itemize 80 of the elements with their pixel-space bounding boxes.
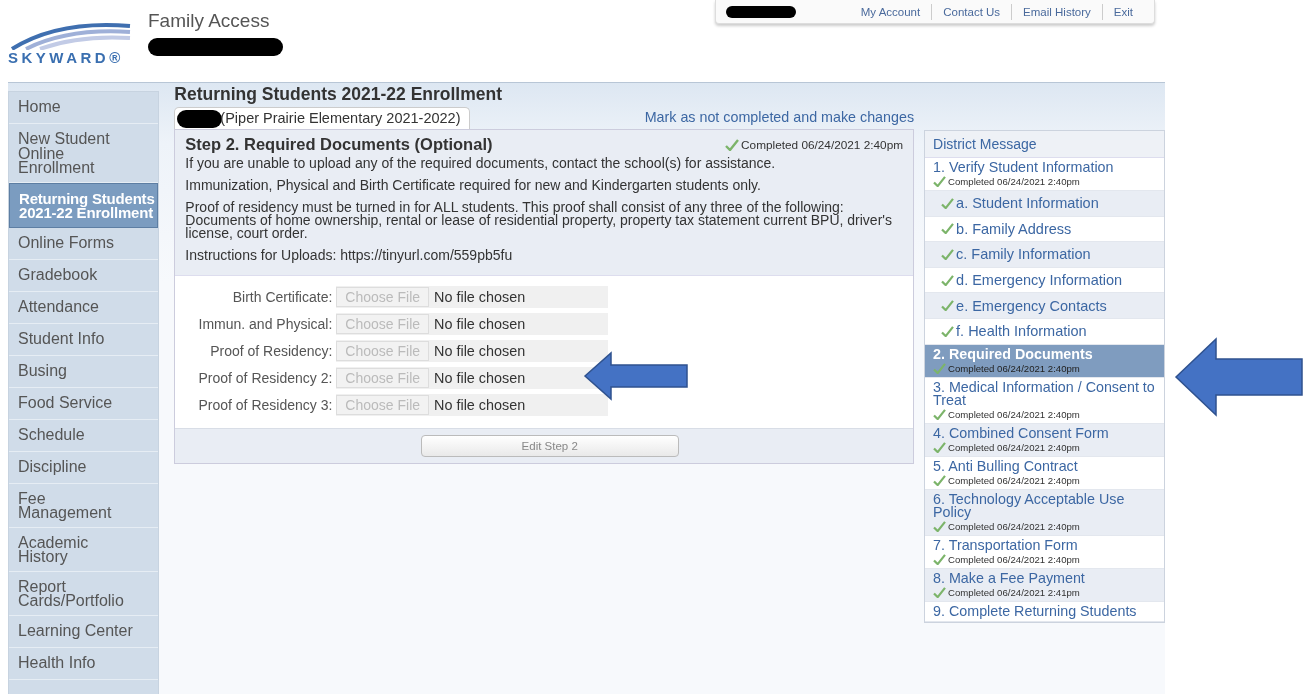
sidebar-item[interactable]: Discipline bbox=[9, 451, 159, 484]
sidebar-item[interactable]: Home bbox=[9, 92, 159, 124]
upload-label: Immun. and Physical: bbox=[197, 316, 334, 333]
sidebar-item[interactable]: Student Info bbox=[9, 323, 159, 356]
completed-text: Completed 06/24/2021 2:40pm bbox=[948, 441, 1080, 453]
sub-step-link[interactable]: b. Family Address bbox=[956, 220, 1072, 237]
completed-text: Completed 06/24/2021 2:40pm bbox=[741, 137, 904, 152]
upload-label: Proof of Residency: bbox=[209, 343, 334, 359]
step-item[interactable]: 8. Make a Fee Payment Completed 06/24/2021 2:41pm bbox=[925, 568, 1164, 602]
check-icon bbox=[933, 586, 947, 598]
file-status: No file chosen bbox=[434, 289, 526, 306]
page-title: Returning Students 2021-22 Enrollment bbox=[174, 84, 504, 105]
file-status: No file chosen bbox=[434, 343, 526, 359]
instruction-text: Instructions for Uploads: https://tinyurl.com/559pb5fu bbox=[185, 249, 514, 262]
edit-step-button[interactable]: Edit Step 2 bbox=[420, 435, 679, 457]
sub-step-link[interactable]: d. Emergency Information bbox=[956, 272, 1123, 289]
upload-label: Proof of Residency 2: bbox=[197, 369, 334, 386]
check-icon bbox=[941, 197, 955, 209]
sidebar-item[interactable]: Food Service bbox=[9, 387, 159, 420]
completed-text: Completed 06/24/2021 2:40pm bbox=[948, 408, 1080, 420]
sidebar-item[interactable]: Report Cards/Portfolio bbox=[9, 571, 159, 616]
sidebar-item[interactable]: Gradebook bbox=[9, 259, 159, 292]
step-item[interactable]: 9. Complete Returning Students bbox=[925, 601, 1164, 622]
completed-text: Completed 06/24/2021 2:40pm bbox=[948, 553, 1080, 565]
step-item[interactable]: 4. Combined Consent Form Completed 06/24/2021 2:40pm bbox=[925, 423, 1164, 457]
check-icon bbox=[933, 362, 947, 374]
step-item[interactable]: 7. Transportation Form Completed 06/24/2021 2:40pm bbox=[925, 535, 1164, 569]
student-tab[interactable]: (Piper Prairie Elementary 2021-2022) bbox=[174, 106, 470, 129]
step-item[interactable]: 3. Medical Information / Consent to Treat Completed 06/24/2021 2:40pm bbox=[925, 377, 1164, 424]
sidebar-item[interactable]: Academic History bbox=[9, 527, 159, 572]
top-link[interactable]: Contact Us bbox=[932, 5, 1012, 18]
sidebar-item[interactable]: Online Forms bbox=[9, 227, 159, 260]
upload-label: Birth Certificate: bbox=[231, 289, 334, 306]
step-item[interactable]: 5. Anti Bulling Contract Completed 06/24/2021 2:40pm bbox=[925, 456, 1164, 490]
sidebar-item[interactable]: Health Info bbox=[9, 647, 159, 680]
step-item[interactable]: 2. Required Documents Completed 06/24/2021 2:40pm bbox=[925, 344, 1164, 378]
check-icon bbox=[933, 520, 947, 532]
instruction-text: Immunization, Physical and Birth Certificate required for new and Kindergarten students only. bbox=[185, 179, 762, 192]
completed-text: Completed 06/24/2021 2:41pm bbox=[948, 586, 1080, 598]
completed-text: Completed 06/24/2021 2:40pm bbox=[948, 362, 1080, 374]
check-icon bbox=[725, 138, 740, 151]
student-tab-label: (Piper Prairie Elementary 2021-2022) bbox=[220, 109, 461, 126]
sidebar-item[interactable]: New Student Online Enrollment bbox=[9, 124, 159, 183]
instruction-text: If you are unable to upload any of the required documents, contact the school(s) for assistance. bbox=[185, 157, 777, 170]
top-link[interactable]: My Account bbox=[849, 5, 932, 18]
sidebar-item[interactable]: Attendance bbox=[9, 291, 159, 324]
sidebar-item[interactable]: Busing bbox=[9, 355, 159, 388]
step-item[interactable]: 6. Technology Acceptable Use Policy Completed 06/24/2021 2:40pm bbox=[925, 489, 1164, 536]
check-icon bbox=[933, 474, 947, 486]
sidebar-item[interactable]: Fee Management bbox=[9, 483, 159, 528]
mark-incomplete-link[interactable]: Mark as not completed and make changes bbox=[644, 109, 915, 129]
top-link[interactable]: Email History bbox=[1012, 5, 1102, 18]
upload-label: Proof of Residency 3: bbox=[197, 396, 334, 413]
redaction-mark bbox=[726, 5, 796, 18]
check-icon bbox=[941, 274, 955, 286]
check-icon bbox=[941, 249, 955, 260]
sidebar-item[interactable]: Learning Center bbox=[9, 615, 159, 648]
completed-text: Completed 06/24/2021 2:40pm bbox=[948, 176, 1080, 187]
sidebar-item[interactable]: Returning Students 2021-22 Enrollment bbox=[9, 182, 159, 228]
check-icon bbox=[941, 300, 955, 312]
file-status: No file chosen bbox=[434, 316, 526, 333]
check-icon bbox=[941, 325, 955, 337]
file-status: No file chosen bbox=[434, 369, 526, 386]
top-link[interactable]: Exit bbox=[1102, 5, 1144, 18]
district-message-link[interactable]: District Message bbox=[925, 131, 1164, 158]
file-status: No file chosen bbox=[434, 396, 526, 413]
completed-text: Completed 06/24/2021 2:40pm bbox=[948, 474, 1080, 486]
check-icon bbox=[933, 441, 947, 453]
sub-step-link[interactable]: f. Health Information bbox=[956, 323, 1087, 340]
check-icon bbox=[933, 553, 947, 565]
instruction-text: Proof of residency must be turned in for ALL students. This proof shall consist of any three of the following: Documents of home ownership, rental or lease of residential property, property tax statement current BPU, driver's license, court order. bbox=[185, 201, 893, 240]
check-icon bbox=[933, 408, 947, 420]
check-icon bbox=[941, 223, 955, 235]
check-icon bbox=[933, 176, 947, 187]
skyward-logo: SKYWARD® bbox=[8, 22, 133, 66]
app-title: Family Access bbox=[148, 10, 271, 32]
sidebar-item[interactable]: Schedule bbox=[9, 419, 159, 452]
redaction-mark bbox=[177, 110, 223, 128]
step-title: Step 2. Required Documents (Optional) bbox=[185, 135, 493, 154]
completed-text: Completed 06/24/2021 2:40pm bbox=[948, 520, 1080, 532]
